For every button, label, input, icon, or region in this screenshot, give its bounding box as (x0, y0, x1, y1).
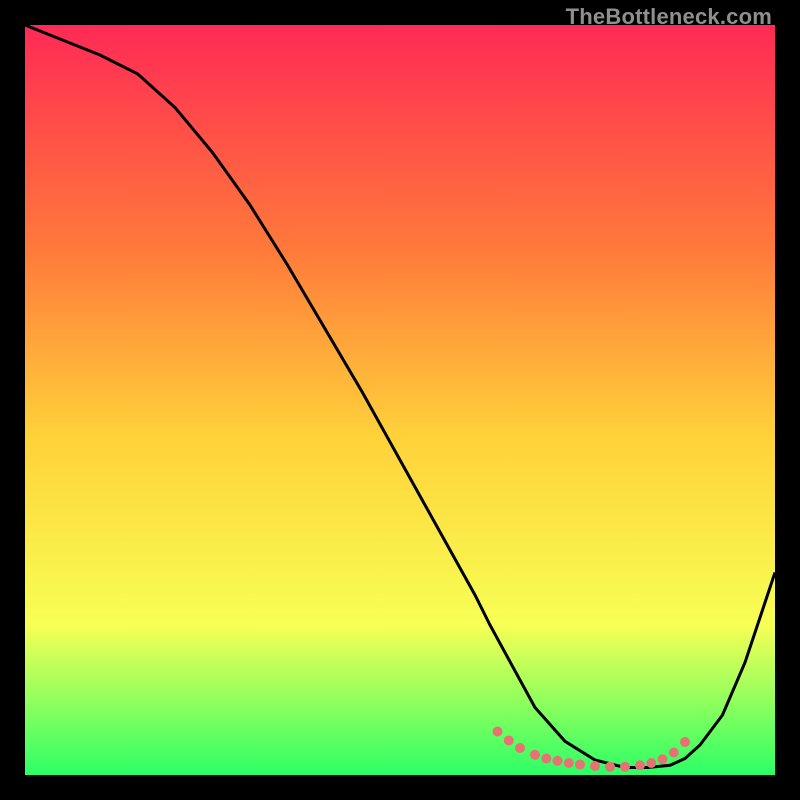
cluster-dot (530, 750, 540, 760)
cluster-dot (590, 761, 600, 771)
cluster-dot (515, 743, 525, 753)
plot-area (25, 25, 775, 775)
cluster-dot (493, 727, 503, 737)
chart-svg (25, 25, 775, 775)
cluster-dot (620, 762, 630, 772)
cluster-dot (658, 754, 668, 764)
cluster-dot (504, 736, 514, 746)
cluster-dot (680, 737, 690, 747)
cluster-dot (646, 758, 656, 768)
cluster-dot (635, 760, 645, 770)
chart-frame: TheBottleneck.com (0, 0, 800, 800)
cluster-dot (575, 760, 585, 770)
cluster-dot (669, 748, 679, 758)
cluster-dot (564, 758, 574, 768)
cluster-dot (553, 756, 563, 766)
cluster-dot (541, 754, 551, 764)
cluster-dot (605, 762, 615, 772)
gradient-background (25, 25, 775, 775)
